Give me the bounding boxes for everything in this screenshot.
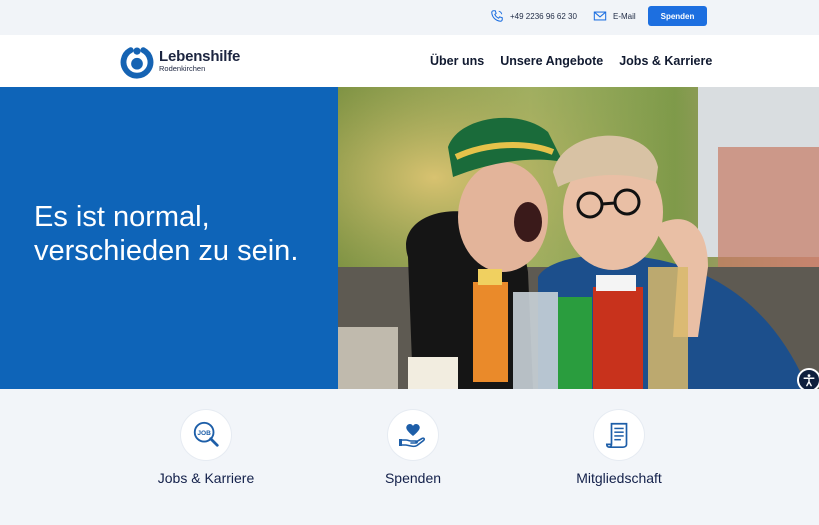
- phone-icon: [491, 10, 503, 22]
- quick-link-icon-circle: [594, 410, 644, 460]
- job-search-icon: JOB: [193, 421, 219, 447]
- main-header: Lebenshilfe Rodenkirchen Über uns Unsere…: [0, 35, 819, 87]
- heart-hand-icon: [399, 424, 426, 448]
- quick-links: JOB Jobs & Karriere Spenden Mitgliedscha…: [0, 389, 819, 525]
- nav-item-ueber-uns[interactable]: Über uns: [430, 54, 484, 68]
- quick-link-jobs[interactable]: JOB Jobs & Karriere: [126, 410, 286, 486]
- quick-link-label: Jobs & Karriere: [157, 470, 255, 486]
- accessibility-icon: [803, 374, 815, 387]
- mail-icon: [593, 11, 607, 21]
- quick-link-membership[interactable]: Mitgliedschaft: [539, 410, 699, 486]
- nav-item-angebote[interactable]: Unsere Angebote: [500, 54, 603, 68]
- quick-link-label: Mitgliedschaft: [576, 470, 662, 486]
- hero-text-panel: Es ist normal, verschieden zu sein.: [0, 87, 338, 389]
- phone-link[interactable]: +49 2236 96 62 30: [490, 9, 577, 23]
- utility-bar: +49 2236 96 62 30 E-Mail Spenden: [0, 0, 819, 35]
- quick-link-label: Spenden: [384, 470, 442, 486]
- hero-photo: [338, 87, 819, 389]
- svg-text:JOB: JOB: [197, 430, 211, 437]
- logo-name: Lebenshilfe: [159, 48, 241, 66]
- quick-link-icon-circle: [388, 410, 438, 460]
- hero-section: Es ist normal, verschieden zu sein.: [0, 87, 819, 392]
- nav-item-jobs[interactable]: Jobs & Karriere: [619, 54, 712, 68]
- phone-number: +49 2236 96 62 30: [510, 11, 577, 21]
- main-nav: Über uns Unsere Angebote Jobs & Karriere: [430, 54, 712, 68]
- email-label: E-Mail: [613, 11, 636, 21]
- document-scroll-icon: [605, 422, 628, 449]
- logo[interactable]: Lebenshilfe Rodenkirchen: [119, 43, 240, 79]
- hero-image: [338, 87, 819, 389]
- email-link[interactable]: E-Mail: [593, 9, 636, 23]
- lebenshilfe-logo-icon: [120, 47, 154, 79]
- logo-subtitle: Rodenkirchen: [159, 64, 206, 74]
- donate-button[interactable]: Spenden: [648, 6, 707, 26]
- quick-link-icon-circle: JOB: [181, 410, 231, 460]
- hero-title: Es ist normal, verschieden zu sein.: [34, 201, 299, 267]
- quick-link-donate[interactable]: Spenden: [333, 410, 493, 486]
